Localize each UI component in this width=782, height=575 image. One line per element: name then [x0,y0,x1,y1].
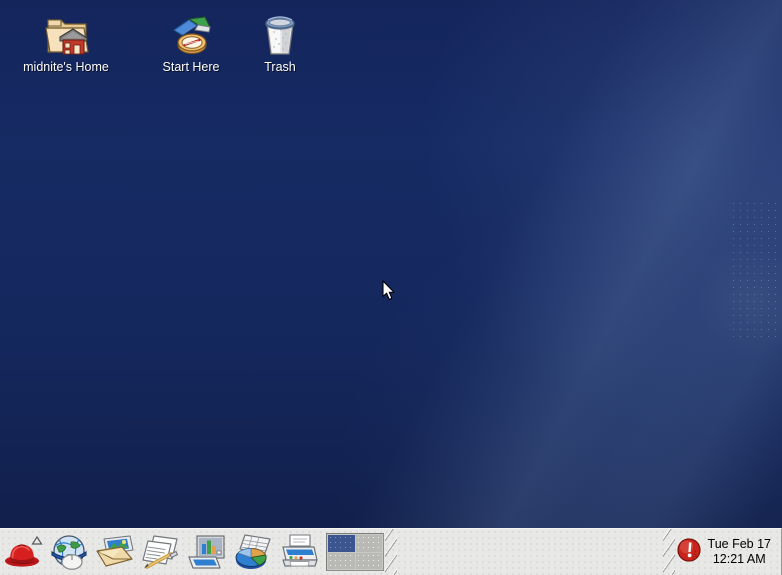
taskbar-panel[interactable]: Tue Feb 17 12:21 AM [0,528,782,575]
panel-drag-handle-left[interactable] [385,529,397,575]
desktop-icon-label: midnite's Home [23,60,109,74]
panel-task-list-area [398,529,662,575]
clock-time: 12:21 AM [712,552,766,566]
wallpaper-glow-streak [333,0,782,526]
panel-drag-handle-right[interactable] [662,529,675,575]
arrow-pointer-cursor [381,280,397,307]
workspace-1[interactable] [328,535,355,552]
wallpaper-dot-texture [730,200,776,340]
desktop-icon-trash[interactable]: Trash [225,6,335,75]
panel-clock[interactable]: Tue Feb 17 12:21 AM [704,537,777,567]
home-folder-icon [11,6,121,58]
desktop-icon-home[interactable]: midnite's Home [11,6,121,75]
panel-launcher-print-manager[interactable] [276,529,322,575]
panel-launcher-word-processor[interactable] [138,529,184,575]
wallpaper-glow-streak-2 [235,41,782,575]
panel-notification-area: Tue Feb 17 12:21 AM [662,529,781,575]
red-hat-network-alert-icon[interactable] [676,537,702,568]
clock-date: Tue Feb 17 [707,537,771,551]
workspace-3[interactable] [328,552,355,569]
desktop-icon-label: Start Here [162,60,220,74]
panel-launcher-main-menu[interactable] [0,529,46,575]
workspace-2[interactable] [355,535,382,552]
panel-launcher-presentation[interactable] [184,529,230,575]
trash-can-icon [225,6,335,58]
panel-launcher-email-client[interactable] [92,529,138,575]
panel-launcher-web-browser[interactable] [46,529,92,575]
desktop[interactable]: midnite's Home Start Here Trash Tue Feb … [0,0,782,575]
panel-launcher-area [0,529,398,575]
workspace-4[interactable] [355,552,382,569]
panel-launcher-spreadsheet[interactable] [230,529,276,575]
desktop-icon-label: Trash [264,60,296,74]
workspace-switcher[interactable] [326,533,384,571]
